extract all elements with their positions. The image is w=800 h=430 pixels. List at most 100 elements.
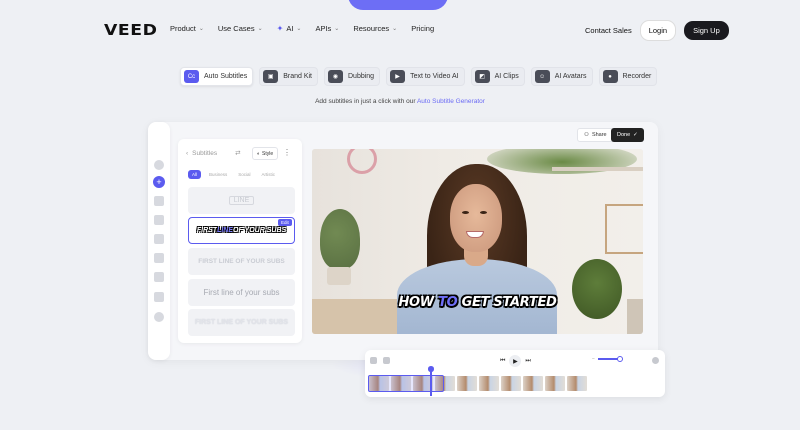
- tab-text-to-video[interactable]: ▶ Text to Video AI: [386, 67, 465, 86]
- style-filters: All Business Social Artistic: [188, 170, 278, 179]
- tab-label: Brand Kit: [283, 73, 312, 80]
- nav-label: Pricing: [411, 24, 435, 33]
- edit-badge[interactable]: Edit: [278, 219, 292, 226]
- fit-icon[interactable]: [652, 357, 659, 364]
- person-eye: [462, 211, 469, 214]
- zoom-slider-handle[interactable]: [616, 355, 623, 362]
- picture-frame: [605, 204, 643, 254]
- tab-ai-avatars[interactable]: ☺ AI Avatars: [530, 67, 593, 86]
- style-preview: OF YOUR SUBS: [233, 227, 287, 234]
- chevron-down-icon: ⌄: [334, 26, 340, 32]
- text-to-video-icon: ▶: [390, 70, 406, 83]
- share-label: Share: [591, 132, 607, 138]
- sparkle-icon: ✦: [276, 24, 284, 33]
- caption-text: GET STARTED: [457, 295, 557, 310]
- done-label: Done: [617, 132, 631, 138]
- selected-clip[interactable]: [368, 375, 444, 392]
- signup-button[interactable]: Sign Up: [684, 21, 729, 40]
- video-preview[interactable]: HOW TO GET STARTED: [312, 149, 643, 334]
- tab-recorder[interactable]: ● Recorder: [598, 67, 658, 86]
- nav-label: APIs: [315, 24, 332, 33]
- check-icon: ✓: [633, 132, 638, 138]
- login-button[interactable]: Login: [639, 20, 677, 41]
- style-button[interactable]: ◐ Style: [252, 147, 279, 160]
- subtitle-style-option[interactable]: FIRST LINE OF YOUR SUBS: [188, 309, 295, 336]
- filter-all[interactable]: All: [188, 170, 202, 179]
- nav-links: Product ⌄ Use Cases ⌄ ✦ AI ⌄ APIs ⌄ Resources…: [170, 24, 448, 33]
- style-preview: FIRST LINE OF YOUR SUBS: [198, 258, 285, 265]
- editor-sidebar: +: [148, 122, 170, 360]
- top-nav: VEED Product ⌄ Use Cases ⌄ ✦ AI ⌄ APIs ⌄ Reso…: [0, 0, 800, 58]
- dubbing-icon: ◉: [328, 70, 343, 83]
- tagline-text: Add subtitles in just a click with our: [315, 98, 417, 105]
- subtitle-style-option[interactable]: First line of your subs: [188, 279, 295, 306]
- share-button[interactable]: ⚇ Share: [577, 128, 614, 142]
- tab-label: Recorder: [622, 73, 652, 80]
- back-chevron-icon[interactable]: ‹: [186, 150, 188, 157]
- nav-label: Resources: [353, 24, 390, 33]
- style-preview: First line of your subs: [203, 288, 280, 297]
- filter-artistic[interactable]: Artistic: [259, 170, 279, 179]
- style-preview-highlight: LINE: [217, 227, 234, 234]
- filter-business[interactable]: Business: [206, 170, 230, 179]
- tool-tabs: Cc Auto Subtitles ▣ Brand Kit ◉ Dubbing ▶ Te…: [180, 67, 658, 86]
- add-icon[interactable]: +: [153, 176, 165, 188]
- clip-thumbnail: [567, 376, 587, 391]
- skip-back-icon[interactable]: ⏮: [500, 358, 505, 365]
- nav-label: Use Cases: [217, 24, 255, 33]
- filter-social[interactable]: Social: [235, 170, 253, 179]
- translate-icon[interactable]: ⇄: [235, 149, 240, 157]
- done-button[interactable]: Done ✓: [611, 128, 644, 142]
- zoom-out-icon[interactable]: −: [592, 356, 595, 362]
- media-icon[interactable]: [154, 196, 164, 206]
- nav-use-cases[interactable]: Use Cases ⌄: [218, 24, 263, 33]
- layout-icon[interactable]: [154, 215, 164, 225]
- clip-thumbnail: [457, 376, 477, 391]
- nav-label: Product: [170, 24, 196, 33]
- play-button[interactable]: ▶: [509, 355, 522, 367]
- tab-label: Text to Video AI: [410, 73, 459, 80]
- playhead[interactable]: [428, 366, 433, 396]
- nav-label: AI: [286, 24, 294, 33]
- tab-ai-clips[interactable]: ◩ AI Clips: [470, 67, 525, 86]
- subtitle-style-option[interactable]: LINE: [188, 187, 295, 214]
- tab-label: AI Clips: [494, 73, 519, 80]
- record-icon[interactable]: [154, 292, 164, 302]
- nav-pricing[interactable]: Pricing: [411, 24, 434, 33]
- playback-controls: ⏮ ▶ ⏭: [500, 355, 531, 367]
- elements-icon[interactable]: [154, 272, 164, 282]
- plant-left: [320, 209, 360, 269]
- veed-logo[interactable]: VEED: [104, 21, 158, 39]
- subtitle-style-option[interactable]: FIRST LINE OF YOUR SUBS: [188, 248, 295, 275]
- subtitles-icon[interactable]: [154, 253, 164, 263]
- shelf: [552, 167, 643, 171]
- chevron-down-icon: ⌄: [296, 26, 302, 32]
- more-options-icon[interactable]: ⋮: [283, 148, 291, 157]
- zoom-slider[interactable]: [597, 355, 623, 362]
- person-face: [450, 184, 502, 252]
- contact-sales-link[interactable]: Contact Sales: [585, 26, 632, 35]
- clip-thumbnail: [501, 376, 521, 391]
- tab-auto-subtitles[interactable]: Cc Auto Subtitles: [180, 67, 254, 86]
- person-eye: [480, 211, 487, 214]
- auto-subtitle-generator-link[interactable]: Auto Subtitle Generator: [417, 98, 485, 105]
- tab-dubbing[interactable]: ◉ Dubbing: [324, 67, 381, 86]
- palette-icon: ◐: [257, 150, 261, 157]
- nav-product[interactable]: Product ⌄: [170, 24, 204, 33]
- nav-ai[interactable]: ✦ AI ⌄: [277, 24, 302, 33]
- share-icon: ⚇: [584, 132, 589, 138]
- skip-forward-icon[interactable]: ⏭: [525, 358, 530, 365]
- ai-clips-icon: ◩: [474, 70, 490, 83]
- audio-icon[interactable]: [383, 357, 390, 364]
- transitions-icon[interactable]: [154, 312, 164, 322]
- nav-apis[interactable]: APIs ⌄: [315, 24, 339, 33]
- caption-text: HOW: [398, 295, 439, 310]
- clip-thumbnail: [545, 376, 565, 391]
- text-icon[interactable]: [154, 234, 164, 244]
- split-icon[interactable]: [370, 357, 377, 364]
- subtitles-title: Subtitles: [192, 149, 218, 157]
- settings-icon[interactable]: [154, 160, 164, 170]
- zoom-control: −: [592, 355, 623, 362]
- nav-resources[interactable]: Resources ⌄: [353, 24, 397, 33]
- tab-brand-kit[interactable]: ▣ Brand Kit: [259, 67, 318, 86]
